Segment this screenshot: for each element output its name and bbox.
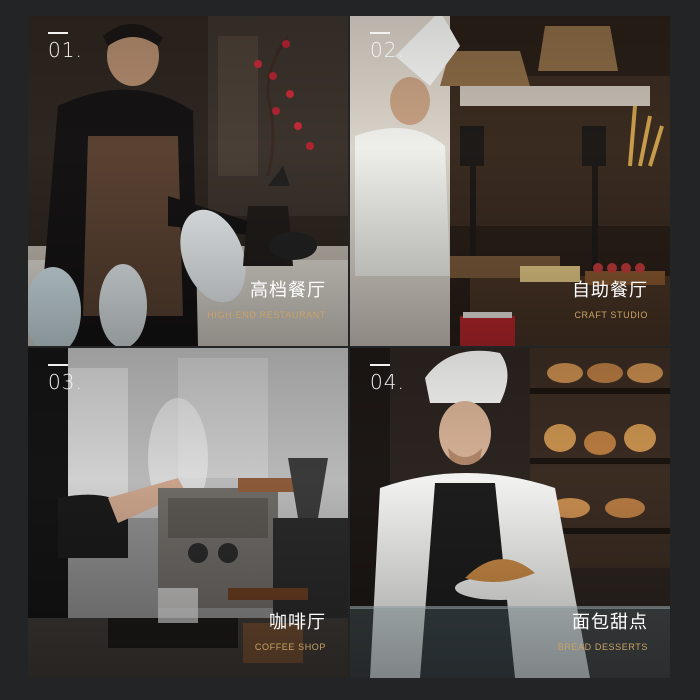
tile-title-en: CRAFT STUDIO — [574, 310, 648, 320]
tile-number: 02. — [370, 32, 405, 62]
tile-title-cn: 自助餐厅 — [572, 280, 648, 301]
category-grid: 01. 高档餐厅 HIGH-END RESTAURANT 02. 自助餐厅 CR… — [28, 16, 670, 678]
tile-number: 03. — [48, 364, 83, 394]
tile-caption: 自助餐厅 CRAFT STUDIO — [572, 276, 648, 320]
tile-caption: 高档餐厅 HIGH-END RESTAURANT — [207, 276, 326, 320]
tile-buffet[interactable]: 02. 自助餐厅 CRAFT STUDIO — [350, 16, 670, 346]
tile-title-cn: 高档餐厅 — [250, 280, 326, 301]
tile-coffee-shop[interactable]: 03. 咖啡厅 COFFEE SHOP — [28, 348, 348, 678]
tile-caption: 咖啡厅 COFFEE SHOP — [255, 608, 326, 652]
tile-title-en: COFFEE SHOP — [254, 642, 326, 652]
tile-title-en: BREAD DESSERTS — [557, 642, 648, 652]
tile-title-en: HIGH-END RESTAURANT — [207, 310, 326, 320]
tile-title-cn: 面包甜点 — [572, 612, 648, 633]
tile-number: 01. — [48, 32, 83, 62]
tile-bread-desserts[interactable]: 04. 面包甜点 BREAD DESSERTS — [350, 348, 670, 678]
tile-caption: 面包甜点 BREAD DESSERTS — [558, 608, 648, 652]
tile-title-cn: 咖啡厅 — [269, 612, 326, 633]
tile-high-end-restaurant[interactable]: 01. 高档餐厅 HIGH-END RESTAURANT — [28, 16, 348, 346]
tile-number: 04. — [370, 364, 405, 394]
